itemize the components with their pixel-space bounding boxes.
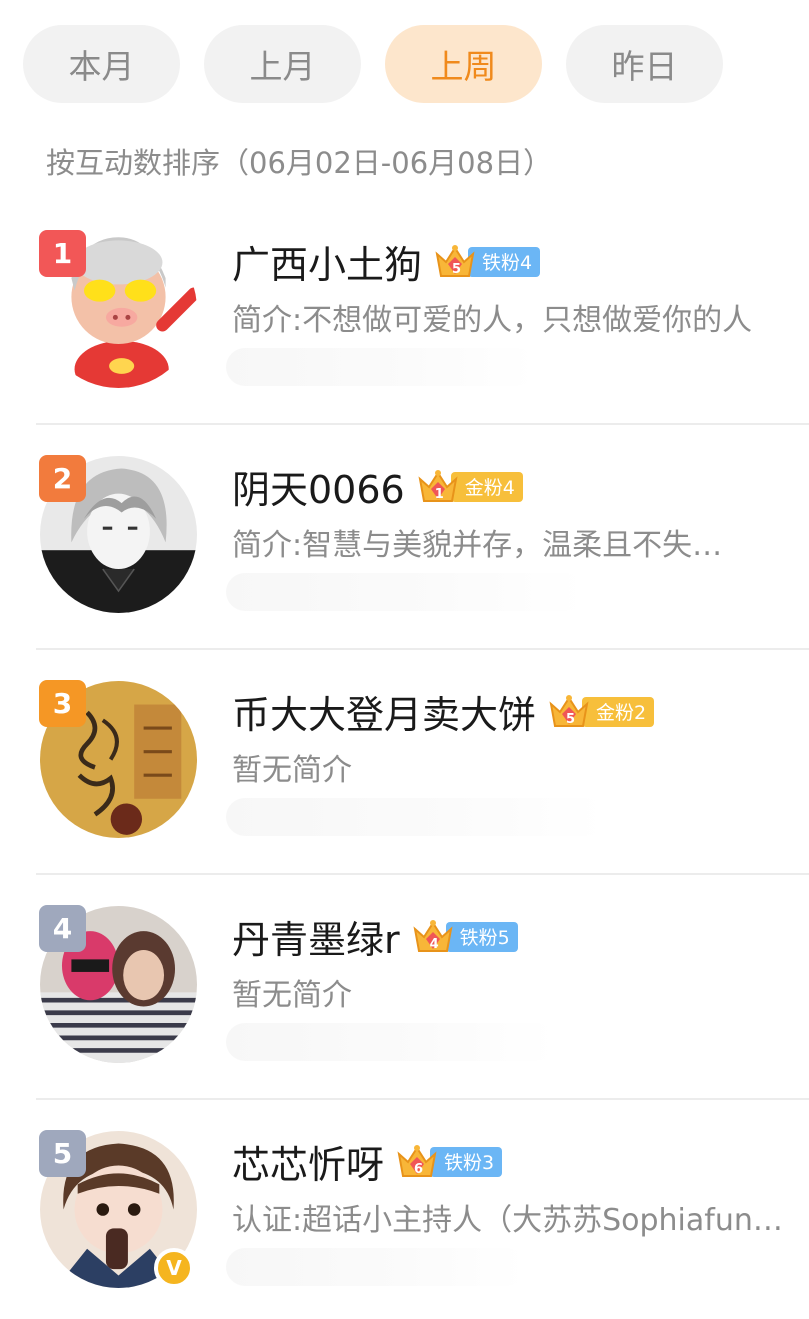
user-description: 简介:不想做可爱的人，只想做爱你的人 bbox=[232, 303, 753, 338]
rank-badge: 4 bbox=[39, 905, 86, 952]
user-name-line: 阴天0066 1 金粉4 bbox=[232, 459, 523, 514]
blurred-content bbox=[226, 573, 586, 611]
fan-badge[interactable]: 5 铁粉4 bbox=[434, 242, 541, 282]
sort-label: 按互动数排序（06月02日-06月08日） bbox=[46, 146, 553, 180]
ranking-list: 1 广西小土狗 5 铁粉4 简介:不想做可爱的人，只想做爱你的人 2 阴天006… bbox=[0, 200, 809, 1319]
crown-icon: 4 bbox=[412, 917, 454, 957]
fan-badge[interactable]: 6 铁粉3 bbox=[396, 1142, 503, 1182]
crown-level: 5 bbox=[566, 711, 576, 727]
crown-icon: 5 bbox=[434, 242, 476, 282]
fan-badge-label: 铁粉5 bbox=[445, 921, 518, 952]
crown-level: 4 bbox=[429, 936, 439, 952]
rank-badge: 3 bbox=[39, 680, 86, 727]
rank-badge: 1 bbox=[39, 230, 86, 277]
user-name-line: 币大大登月卖大饼 5 金粉2 bbox=[232, 684, 655, 739]
crown-icon: 1 bbox=[417, 467, 459, 507]
user-name[interactable]: 币大大登月卖大饼 bbox=[232, 684, 536, 739]
blurred-content bbox=[226, 348, 536, 386]
ranking-row[interactable]: 3 币大大登月卖大饼 5 金粉2 暂无简介 bbox=[0, 650, 809, 875]
user-name-line: 丹青墨绿r 4 铁粉5 bbox=[232, 909, 518, 964]
fan-badge-label: 铁粉4 bbox=[468, 246, 541, 277]
user-name[interactable]: 芯芯忻呀 bbox=[232, 1134, 384, 1189]
tab-last-month[interactable]: 上月 bbox=[204, 25, 361, 103]
blurred-content bbox=[226, 1023, 556, 1061]
user-description: 暂无简介 bbox=[232, 978, 352, 1013]
ranking-row[interactable]: 4 丹青墨绿r 4 铁粉5 暂无简介 bbox=[0, 875, 809, 1100]
user-description: 简介:智慧与美貌并存，温柔且不失… bbox=[232, 528, 723, 563]
fan-badge[interactable]: 5 金粉2 bbox=[548, 692, 655, 732]
fan-badge[interactable]: 4 铁粉5 bbox=[412, 917, 518, 957]
verified-icon: V bbox=[154, 1248, 194, 1288]
user-name[interactable]: 丹青墨绿r bbox=[232, 909, 400, 964]
tab-this-month[interactable]: 本月 bbox=[23, 25, 180, 103]
ranking-row[interactable]: 2 阴天0066 1 金粉4 简介:智慧与美貌并存，温柔且不失… bbox=[0, 425, 809, 650]
blurred-content bbox=[226, 1248, 526, 1286]
fan-badge-label: 铁粉3 bbox=[430, 1146, 503, 1177]
rank-badge: 2 bbox=[39, 455, 86, 502]
crown-icon: 6 bbox=[396, 1142, 438, 1182]
tab-yesterday[interactable]: 昨日 bbox=[566, 25, 723, 103]
rank-badge: 5 bbox=[39, 1130, 86, 1177]
user-name[interactable]: 阴天0066 bbox=[232, 459, 405, 514]
user-description: 暂无简介 bbox=[232, 753, 352, 788]
user-name-line: 广西小土狗 5 铁粉4 bbox=[232, 234, 541, 289]
blurred-content bbox=[226, 798, 606, 836]
user-name[interactable]: 广西小土狗 bbox=[232, 234, 422, 289]
fan-badge-label: 金粉2 bbox=[582, 696, 655, 727]
fan-badge[interactable]: 1 金粉4 bbox=[417, 467, 523, 507]
crown-level: 5 bbox=[452, 261, 462, 277]
crown-icon: 5 bbox=[548, 692, 590, 732]
crown-level: 6 bbox=[414, 1161, 424, 1177]
user-name-line: 芯芯忻呀 6 铁粉3 bbox=[232, 1134, 503, 1189]
ranking-row[interactable]: 5 V 芯芯忻呀 6 铁粉3 认证:超话小主持人（大苏苏Sophiafun… bbox=[0, 1100, 809, 1319]
tab-last-week[interactable]: 上周 bbox=[385, 25, 542, 103]
fan-badge-label: 金粉4 bbox=[450, 471, 523, 502]
user-description: 认证:超话小主持人（大苏苏Sophiafun… bbox=[232, 1203, 783, 1238]
crown-level: 1 bbox=[434, 486, 444, 502]
ranking-row[interactable]: 1 广西小土狗 5 铁粉4 简介:不想做可爱的人，只想做爱你的人 bbox=[0, 200, 809, 425]
period-tabs: 本月 上月 上周 昨日 bbox=[23, 25, 723, 103]
